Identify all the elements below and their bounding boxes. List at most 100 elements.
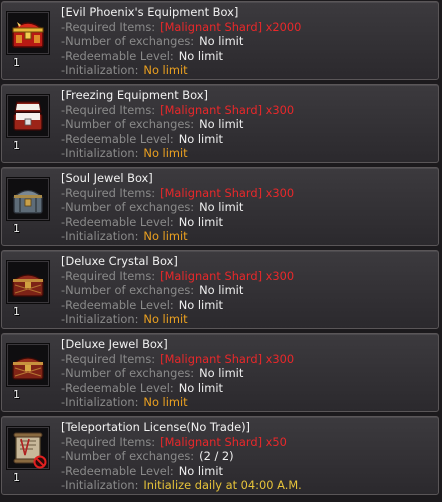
steel-chest-icon	[12, 189, 44, 214]
initialization-value: No limit	[143, 395, 188, 410]
exchange-entry-evil-phoenix-box[interactable]: 1 [Evil Phoenix's Equipment Box] -Requir…	[1, 1, 439, 80]
required-value: [Malignant Shard] x2000	[160, 19, 302, 34]
initialization-label: -Initialization:	[61, 395, 139, 410]
exchanges-label: -Number of exchanges:	[61, 449, 195, 464]
deluxe-jewel-chest-icon	[11, 357, 45, 380]
exchanges-row: -Number of exchanges: No limit	[61, 283, 434, 298]
required-value: [Malignant Shard] x50	[160, 434, 287, 449]
open-white-chest-icon	[13, 101, 43, 131]
level-value: No limit	[178, 214, 223, 229]
item-slot[interactable]: 1	[6, 177, 50, 234]
item-title: [Evil Phoenix's Equipment Box]	[61, 5, 239, 19]
entry-details: [Evil Phoenix's Equipment Box] -Required…	[61, 5, 434, 78]
level-row: -Redeemable Level: No limit	[61, 132, 434, 147]
exchange-entry-freezing-box[interactable]: 1 [Freezing Equipment Box] -Required Ite…	[1, 84, 439, 163]
required-label: -Required Items:	[61, 185, 156, 200]
initialization-row: -Initialization: No limit	[61, 312, 434, 327]
red-gold-chest-icon	[11, 22, 45, 48]
item-quantity: 1	[13, 222, 20, 235]
initialization-label: -Initialization:	[61, 478, 139, 493]
exchanges-label: -Number of exchanges:	[61, 366, 195, 381]
level-label: -Redeemable Level:	[61, 131, 174, 146]
required-items-row: -Required Items: [Malignant Shard] x300	[61, 103, 434, 118]
exchanges-value: No limit	[199, 283, 244, 298]
item-quantity: 1	[13, 305, 20, 318]
exchanges-value: No limit	[199, 34, 244, 49]
required-items-row: -Required Items: [Malignant Shard] x300	[61, 186, 434, 201]
level-label: -Redeemable Level:	[61, 214, 174, 229]
level-row: -Redeemable Level: No limit	[61, 215, 434, 230]
exchanges-value: (2 / 2)	[199, 449, 234, 464]
exchange-entry-deluxe-jewel-box[interactable]: 1 [Deluxe Jewel Box] -Required Items: [Ma…	[1, 333, 439, 412]
initialization-label: -Initialization:	[61, 312, 139, 327]
required-value: [Malignant Shard] x300	[160, 185, 295, 200]
level-row: -Redeemable Level: No limit	[61, 464, 434, 479]
level-label: -Redeemable Level:	[61, 48, 174, 63]
level-label: -Redeemable Level:	[61, 380, 174, 395]
exchanges-row: -Number of exchanges: (2 / 2)	[61, 449, 434, 464]
level-row: -Redeemable Level: No limit	[61, 298, 434, 313]
entry-details: [Freezing Equipment Box] -Required Items…	[61, 88, 434, 161]
entry-details: [Teleportation License(No Trade)] -Requi…	[61, 420, 434, 493]
entry-details: [Deluxe Crystal Box] -Required Items: [Ma…	[61, 254, 434, 327]
level-label: -Redeemable Level:	[61, 297, 174, 312]
initialization-value: No limit	[143, 229, 188, 244]
initialization-value: Initialize daily at 04:00 A.M.	[143, 478, 302, 493]
level-value: No limit	[178, 380, 223, 395]
required-value: [Malignant Shard] x300	[160, 102, 295, 117]
item-quantity: 1	[13, 471, 20, 484]
exchanges-row: -Number of exchanges: No limit	[61, 34, 434, 49]
initialization-value: No limit	[143, 146, 188, 161]
exchange-entry-soul-jewel-box[interactable]: 1 [Soul Jewel Box] -Required Items: [Mali…	[1, 167, 439, 246]
required-items-row: -Required Items: [Malignant Shard] x2000	[61, 20, 434, 35]
item-slot[interactable]: 1	[6, 11, 50, 68]
initialization-row: -Initialization: No limit	[61, 146, 434, 161]
item-quantity: 1	[13, 56, 20, 69]
item-slot[interactable]: 1	[6, 260, 50, 317]
initialization-row: -Initialization: No limit	[61, 395, 434, 410]
required-label: -Required Items:	[61, 434, 156, 449]
initialization-value: No limit	[143, 63, 188, 78]
item-quantity: 1	[13, 139, 20, 152]
required-label: -Required Items:	[61, 102, 156, 117]
item-title: [Soul Jewel Box]	[61, 171, 153, 185]
required-value: [Malignant Shard] x300	[160, 351, 295, 366]
required-items-row: -Required Items: [Malignant Shard] x50	[61, 435, 434, 450]
required-label: -Required Items:	[61, 19, 156, 34]
initialization-row: -Initialization: No limit	[61, 63, 434, 78]
level-value: No limit	[178, 48, 223, 63]
item-title: [Deluxe Crystal Box]	[61, 254, 178, 268]
exchanges-row: -Number of exchanges: No limit	[61, 200, 434, 215]
exchanges-value: No limit	[199, 117, 244, 132]
exchange-entry-deluxe-crystal-box[interactable]: 1 [Deluxe Crystal Box] -Required Items:[…	[1, 250, 439, 329]
item-title: [Teleportation License(No Trade)]	[61, 420, 250, 434]
initialization-row: -Initialization: Initialize daily at 04:0…	[61, 478, 434, 493]
initialization-label: -Initialization:	[61, 229, 139, 244]
exchanges-value: No limit	[199, 200, 244, 215]
initialization-label: -Initialization:	[61, 63, 139, 78]
entry-details: [Deluxe Jewel Box] -Required Items: [Mali…	[61, 337, 434, 410]
exchange-entry-teleportation-license[interactable]: 1 [Teleportation License(No Trade)] -Req…	[1, 416, 439, 495]
level-value: No limit	[178, 297, 223, 312]
initialization-label: -Initialization:	[61, 146, 139, 161]
item-title: [Freezing Equipment Box]	[61, 88, 208, 102]
item-slot[interactable]: 1	[6, 343, 50, 400]
level-value: No limit	[178, 463, 223, 478]
exchanges-row: -Number of exchanges: No limit	[61, 366, 434, 381]
item-slot[interactable]: 1	[6, 94, 50, 151]
level-value: No limit	[178, 131, 223, 146]
item-title: [Deluxe Jewel Box]	[61, 337, 168, 351]
required-label: -Required Items:	[61, 351, 156, 366]
deluxe-crystal-chest-icon	[11, 274, 45, 297]
entry-details: [Soul Jewel Box] -Required Items: [Malign…	[61, 171, 434, 244]
required-items-row: -Required Items: [Malignant Shard] x300	[61, 352, 434, 367]
item-quantity: 1	[13, 388, 20, 401]
required-items-row: -Required Items: [Malignant Shard] x300	[61, 269, 434, 284]
exchanges-label: -Number of exchanges:	[61, 283, 195, 298]
initialization-row: -Initialization: No limit	[61, 229, 434, 244]
required-label: -Required Items:	[61, 268, 156, 283]
exchange-list: 1 [Evil Phoenix's Equipment Box] -Requir…	[0, 0, 442, 502]
item-slot[interactable]: 1	[6, 426, 50, 483]
exchanges-label: -Number of exchanges:	[61, 200, 195, 215]
exchanges-label: -Number of exchanges:	[61, 117, 195, 132]
